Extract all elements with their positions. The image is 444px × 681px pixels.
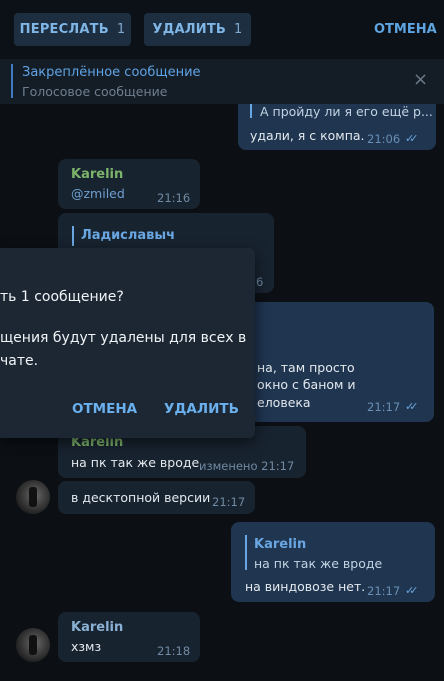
forward-button-label: ПЕРЕСЛАТЬ — [19, 22, 109, 37]
mention-link[interactable]: @zmiled — [71, 186, 125, 201]
dialog-title: ть 1 сообщение? — [0, 289, 124, 305]
dialog-cancel-button[interactable]: ОТМЕНА — [72, 401, 137, 417]
quote-bar — [250, 104, 252, 118]
double-check-icon: ✓✓ — [405, 400, 419, 413]
edited-label: изменено 21:17 — [199, 459, 295, 473]
message-text: хзмз — [71, 639, 102, 654]
quote-bar — [245, 535, 247, 570]
message-text: на пк так же вроде — [71, 455, 200, 470]
message-time: 21:17 — [212, 495, 246, 509]
message-time-fragment: 6 — [256, 275, 264, 289]
delete-button[interactable]: УДАЛИТЬ 1 — [144, 13, 251, 46]
message-text: на виндовозе нет. — [245, 579, 366, 594]
message-time: 21:16 — [157, 191, 191, 205]
message-time: 21:17 — [367, 584, 401, 598]
close-icon[interactable]: × — [413, 69, 428, 90]
message-text-line: окно с баном и — [257, 377, 356, 392]
pinned-title: Закреплённое сообщение — [22, 65, 201, 80]
message-time: 21:17 — [367, 400, 401, 414]
delete-button-label: УДАЛИТЬ — [152, 22, 227, 37]
pinned-subtitle: Голосовое сообщение — [22, 84, 168, 99]
message-text: в десктопной версии — [71, 490, 211, 505]
quote-text: А пройду ли я его ещё р... — [260, 104, 433, 119]
double-check-icon: ✓✓ — [405, 132, 419, 145]
pinned-accent-line — [11, 64, 13, 98]
dialog-delete-button[interactable]: УДАЛИТЬ — [164, 401, 239, 417]
quote-sender-name: Ладиславыч — [81, 228, 176, 243]
dialog-body-line: щения будут удалены для всех в — [0, 330, 247, 346]
quote-sender-name: Karelin — [254, 537, 307, 552]
avatar[interactable] — [16, 480, 50, 514]
sender-name: Karelin — [71, 620, 124, 635]
dialog-body-line: чате. — [0, 353, 39, 369]
message-text: удали, я с компа. — [250, 128, 365, 143]
delete-count: 1 — [234, 22, 243, 37]
forward-button[interactable]: ПЕРЕСЛАТЬ 1 — [14, 13, 131, 46]
double-check-icon: ✓✓ — [405, 584, 419, 597]
sender-name: Karelin — [71, 167, 124, 182]
message-time: 21:06 — [367, 132, 401, 146]
forward-count: 1 — [116, 22, 126, 37]
cancel-selection-button[interactable]: ОТМЕНА — [374, 22, 437, 37]
message-time: 21:18 — [157, 644, 191, 658]
message-text-line: еловека — [257, 395, 311, 410]
message-text-line: на, там просто — [257, 360, 355, 375]
quote-bar — [72, 226, 74, 246]
avatar[interactable] — [16, 628, 50, 662]
quote-text: на пк так же вроде — [254, 556, 383, 571]
